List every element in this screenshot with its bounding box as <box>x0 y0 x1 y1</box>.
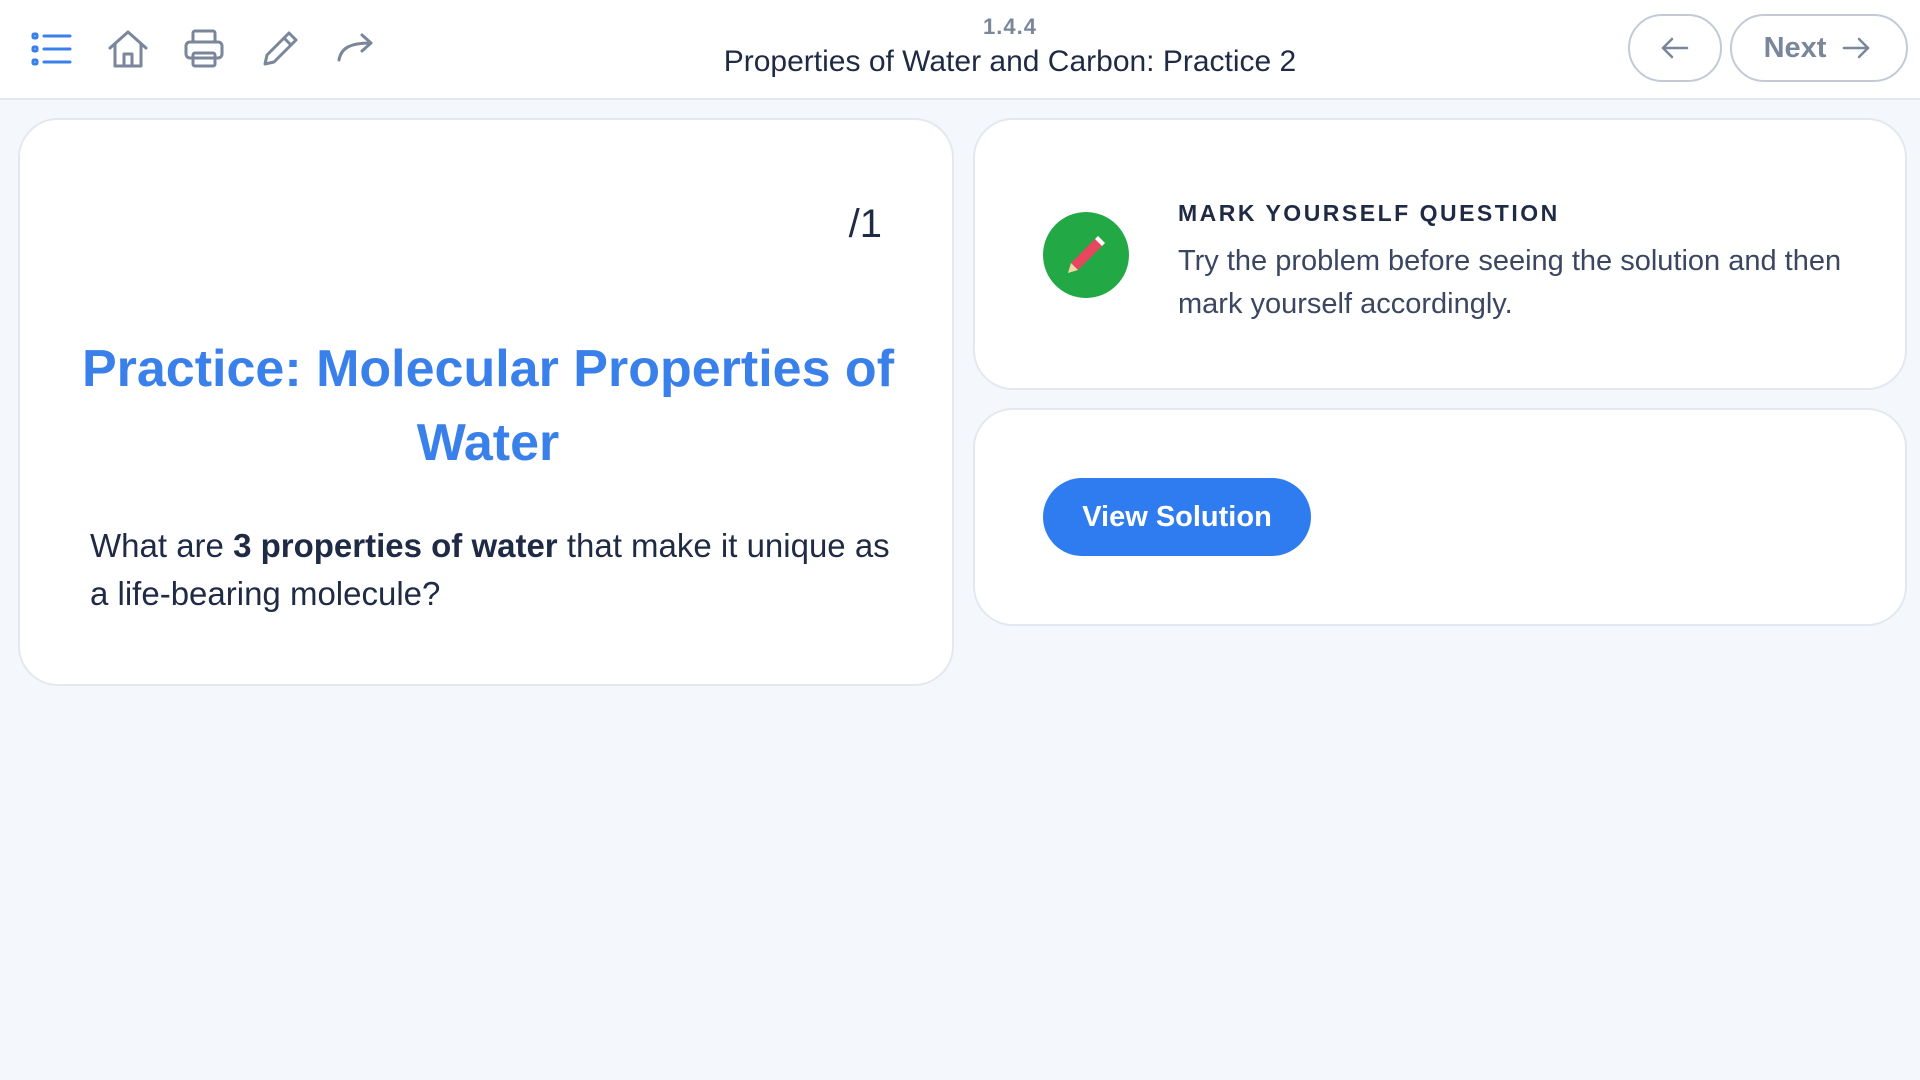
arrow-right-icon <box>1843 37 1870 59</box>
print-icon <box>184 29 224 68</box>
share-icon <box>337 33 373 62</box>
top-bar: 1.4.4 Properties of Water and Carbon: Pr… <box>0 0 1920 100</box>
mark-yourself-card: MARK YOURSELF QUESTION Try the problem b… <box>973 118 1907 390</box>
pencil-icon <box>263 31 298 66</box>
previous-button[interactable] <box>1628 14 1722 82</box>
annotate-button[interactable] <box>256 22 304 76</box>
section-number: 1.4.4 <box>983 14 1037 39</box>
arrow-left-icon <box>1661 37 1689 59</box>
page-title: Properties of Water and Carbon: Practice… <box>723 45 1297 78</box>
view-solution-button[interactable]: View Solution <box>1043 478 1311 556</box>
share-button[interactable] <box>332 22 380 76</box>
question-text-start: What are <box>90 527 234 564</box>
title-block: 1.4.4 Properties of Water and Carbon: Pr… <box>560 12 1460 82</box>
contents-button[interactable] <box>28 22 76 76</box>
question-title: Practice: Molecular Properties of Water <box>81 340 895 472</box>
score-label: /1 <box>848 202 882 246</box>
next-button[interactable]: Next <box>1730 14 1908 82</box>
home-button[interactable] <box>104 22 152 76</box>
mark-yourself-description: Try the problem before seeing the soluti… <box>1178 245 1842 320</box>
mark-yourself-heading: MARK YOURSELF QUESTION <box>1178 200 1560 226</box>
mark-yourself-badge <box>1043 212 1129 298</box>
toolbar <box>28 22 380 76</box>
pencil-icon <box>1068 236 1105 278</box>
list-icon <box>31 32 72 66</box>
print-button[interactable] <box>180 22 228 76</box>
question-card: /1 Practice: Molecular Properties of Wat… <box>18 118 954 686</box>
solution-card: View Solution <box>973 408 1907 626</box>
next-label: Next <box>1763 31 1827 64</box>
question-text: What are 3 properties of water that make… <box>90 522 890 618</box>
question-text-emphasis: 3 properties of water <box>233 527 558 564</box>
home-icon <box>108 30 148 68</box>
